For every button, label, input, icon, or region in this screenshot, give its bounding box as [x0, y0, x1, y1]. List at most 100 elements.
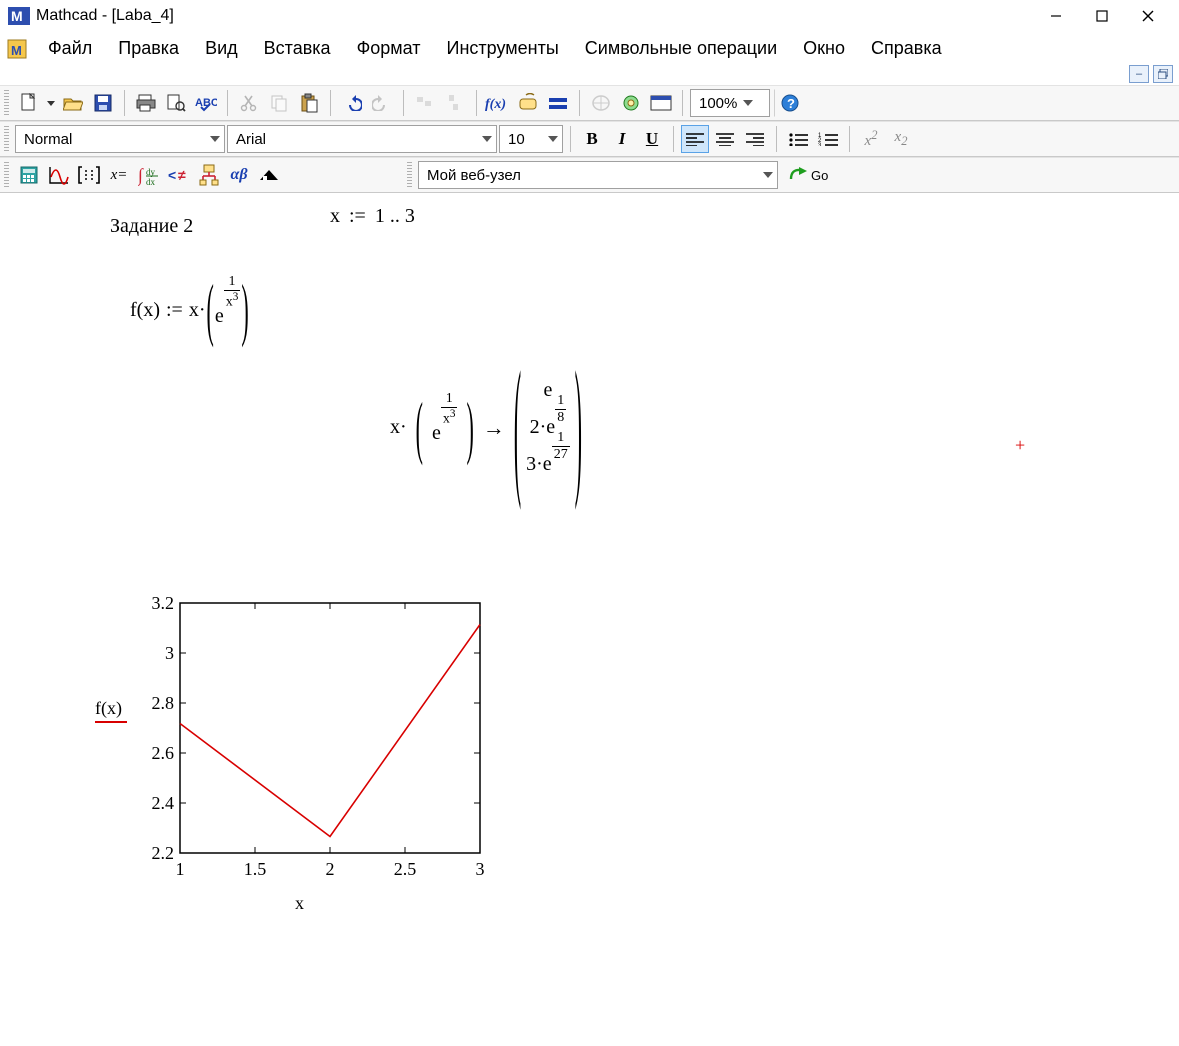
print-button[interactable] — [132, 89, 160, 117]
bold-button[interactable]: B — [578, 125, 606, 153]
new-dropdown[interactable] — [45, 89, 57, 117]
svg-text:∫: ∫ — [138, 165, 144, 186]
insert-component-button[interactable] — [617, 89, 645, 117]
redo-button[interactable] — [368, 89, 396, 117]
zoom-value: 100% — [699, 95, 737, 112]
style-value: Normal — [24, 131, 72, 148]
formatting-toolbar: Normal Arial 10 B I U 123 x2 x2 — [0, 121, 1179, 157]
plot-region[interactable]: f(x) 11.522.532.22.42.62.833.2 x — [95, 593, 485, 923]
result-vector: ( e 2·e 18 3·e 127 ) — [513, 373, 583, 482]
svg-text:2.6: 2.6 — [152, 743, 175, 763]
align-center-button[interactable] — [711, 125, 739, 153]
open-button[interactable] — [59, 89, 87, 117]
worksheet[interactable]: Задание 2 x := 1 .. 3 f(x) := x· ( e 1x3… — [0, 193, 1179, 1031]
print-preview-button[interactable] — [162, 89, 190, 117]
svg-text:3.2: 3.2 — [152, 593, 175, 613]
menu-view[interactable]: Вид — [193, 34, 250, 63]
bullets-button[interactable] — [784, 125, 812, 153]
font-combo[interactable]: Arial — [227, 125, 497, 153]
svg-text:<: < — [168, 167, 176, 183]
spellcheck-button[interactable]: ABC — [192, 89, 220, 117]
calculus-palette-button[interactable]: ∫dydx — [135, 161, 163, 189]
graph-palette-button[interactable] — [45, 161, 73, 189]
calculate-button[interactable] — [544, 89, 572, 117]
menu-tools[interactable]: Инструменты — [435, 34, 571, 63]
help-button[interactable]: ? — [774, 89, 802, 117]
function-definition: f(x) := x· ( e 1x3 ) — [130, 293, 250, 328]
svg-text:2: 2 — [326, 859, 335, 879]
symbolic-palette-button[interactable] — [255, 161, 283, 189]
toolbar-grip[interactable] — [4, 90, 9, 116]
menu-file[interactable]: Файл — [36, 34, 104, 63]
chevron-down-icon — [482, 135, 492, 143]
symbolic-arrow: → — [483, 415, 505, 441]
calculator-palette-button[interactable] — [15, 161, 43, 189]
underline-button[interactable]: U — [638, 125, 666, 153]
cut-button[interactable] — [235, 89, 263, 117]
italic-button[interactable]: I — [608, 125, 636, 153]
programming-palette-button[interactable] — [195, 161, 223, 189]
close-button[interactable] — [1125, 0, 1171, 32]
evaluation-palette-button[interactable]: x= — [105, 161, 133, 189]
insert-function-button[interactable]: f(x) — [484, 89, 512, 117]
mdi-controls: – — [0, 65, 1179, 85]
cursor-crosshair: + — [1015, 435, 1025, 456]
chevron-down-icon — [548, 135, 558, 143]
web-address-value: Мой веб-узел — [427, 167, 521, 184]
font-size-combo[interactable]: 10 — [499, 125, 563, 153]
plot-legend-line — [95, 721, 127, 723]
subscript-button[interactable]: x2 — [887, 125, 915, 153]
align-across-button[interactable] — [411, 89, 439, 117]
plot-xlabel: x — [295, 893, 304, 914]
mathcad-resources-button[interactable] — [647, 89, 675, 117]
style-combo[interactable]: Normal — [15, 125, 225, 153]
minimize-button[interactable] — [1033, 0, 1079, 32]
menu-help[interactable]: Справка — [859, 34, 954, 63]
go-button[interactable]: Go — [780, 161, 837, 189]
svg-text:2.4: 2.4 — [152, 793, 175, 813]
zoom-combo[interactable]: 100% — [690, 89, 770, 117]
plot-legend: f(x) — [95, 698, 127, 723]
menu-format[interactable]: Формат — [345, 34, 433, 63]
plot-canvas: 11.522.532.22.42.62.833.2 — [150, 593, 490, 893]
svg-text:2.8: 2.8 — [152, 693, 175, 713]
chevron-down-icon — [210, 135, 220, 143]
toolbar-grip[interactable] — [407, 162, 412, 188]
greek-palette-button[interactable]: αβ — [225, 161, 253, 189]
menu-symbolics[interactable]: Символьные операции — [573, 34, 789, 63]
svg-text:2.5: 2.5 — [394, 859, 417, 879]
copy-button[interactable] — [265, 89, 293, 117]
new-button[interactable] — [15, 89, 43, 117]
boolean-palette-button[interactable]: <≠ — [165, 161, 193, 189]
align-left-button[interactable] — [681, 125, 709, 153]
chevron-down-icon — [763, 171, 773, 179]
mdi-minimize-button[interactable]: – — [1129, 65, 1149, 83]
fdef-assign-op: := — [166, 299, 183, 322]
menu-window[interactable]: Окно — [791, 34, 857, 63]
superscript-button[interactable]: x2 — [857, 125, 885, 153]
menu-edit[interactable]: Правка — [106, 34, 191, 63]
numbering-button[interactable]: 123 — [814, 125, 842, 153]
toolbar-grip[interactable] — [4, 162, 9, 188]
maximize-button[interactable] — [1079, 0, 1125, 32]
go-arrow-icon — [789, 167, 807, 183]
standard-toolbar: ABC f(x) 100% ? — [0, 85, 1179, 121]
menu-insert[interactable]: Вставка — [252, 34, 343, 63]
undo-button[interactable] — [338, 89, 366, 117]
vector-row-3: 3·e 127 — [526, 445, 570, 476]
align-down-button[interactable] — [441, 89, 469, 117]
app-logo-icon: M — [8, 5, 30, 27]
insert-hyperlink-button[interactable] — [587, 89, 615, 117]
toolbar-grip[interactable] — [4, 126, 9, 152]
save-button[interactable] — [89, 89, 117, 117]
insert-unit-button[interactable] — [514, 89, 542, 117]
matrix-palette-button[interactable] — [75, 161, 103, 189]
align-right-button[interactable] — [741, 125, 769, 153]
document-logo-icon: M — [6, 38, 28, 60]
mdi-restore-button[interactable] — [1153, 65, 1173, 83]
web-address-combo[interactable]: Мой веб-узел — [418, 161, 778, 189]
chevron-down-icon — [743, 99, 753, 107]
svg-text:dx: dx — [146, 177, 156, 186]
titlebar: M Mathcad - [Laba_4] — [0, 0, 1179, 32]
paste-button[interactable] — [295, 89, 323, 117]
